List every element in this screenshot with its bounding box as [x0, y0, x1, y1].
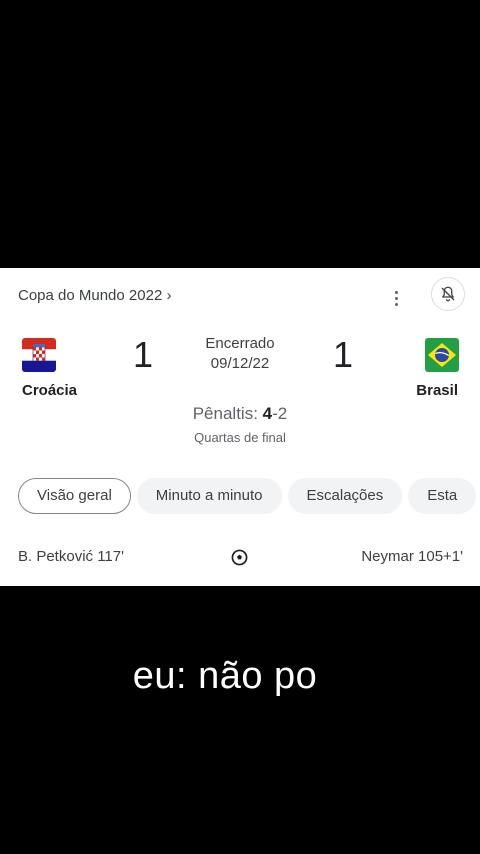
match-card: Copa do Mundo 2022 › Croácia 1 Encerrado… [0, 268, 480, 586]
goal-events: B. Petković 117' Neymar 105+1' [18, 548, 463, 568]
match-date: 09/12/22 [210, 355, 270, 372]
penalties-label: Pênaltis: [192, 404, 258, 423]
home-score: 1 [133, 334, 154, 375]
penalty-score: Pênaltis: 4-2 [140, 404, 340, 424]
tournament-stage: Quartas de final [194, 430, 286, 445]
penalties-home: 4 [262, 404, 273, 423]
tab-live-commentary[interactable]: Minuto a minuto [136, 478, 282, 514]
more-vert-icon[interactable] [386, 286, 406, 310]
away-team-name[interactable]: Brasil [416, 382, 458, 399]
notifications-off-icon [441, 286, 455, 302]
match-status: Encerrado 09/12/22 [190, 334, 290, 374]
croatia-flag-icon [22, 338, 56, 372]
home-goal-event: B. Petković 117' [18, 548, 124, 565]
tab-lineups[interactable]: Escalações [287, 478, 403, 514]
penalties-away: 2 [277, 404, 288, 423]
brazil-flag-icon [425, 338, 459, 372]
tab-bar: Visão geral Minuto a minuto Escalações Esta [18, 478, 480, 514]
home-team-name[interactable]: Croácia [22, 382, 77, 399]
competition-link[interactable]: Copa do Mundo 2022 › [18, 287, 171, 304]
chevron-right-icon: › [166, 287, 172, 304]
tab-stats[interactable]: Esta [408, 478, 477, 514]
soccer-ball-icon [231, 549, 248, 566]
status-label: Encerrado [205, 335, 275, 352]
match-header: Copa do Mundo 2022 › [18, 277, 480, 311]
video-caption: eu: não po [132, 655, 318, 697]
tab-overview[interactable]: Visão geral [18, 478, 131, 514]
competition-label: Copa do Mundo 2022 [18, 287, 163, 304]
notification-toggle-button[interactable] [431, 277, 465, 311]
away-score: 1 [333, 334, 354, 375]
away-goal-event: Neymar 105+1' [361, 548, 463, 565]
